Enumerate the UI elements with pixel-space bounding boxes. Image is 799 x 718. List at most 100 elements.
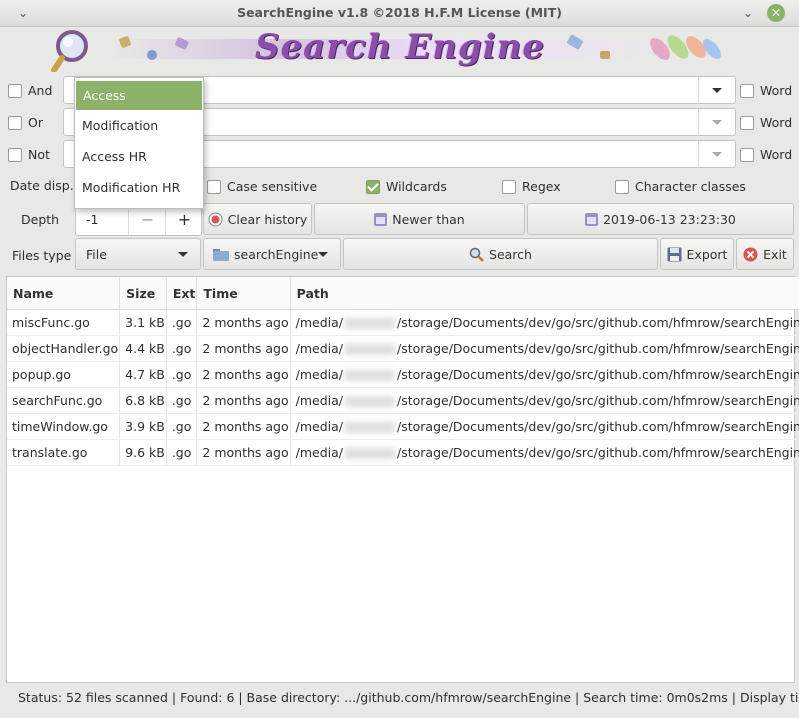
path-suffix: /storage/Documents/dev/go/src/github.com… — [397, 315, 799, 330]
dropdown-item-modification-hr[interactable]: Modification HR — [75, 172, 203, 203]
folder-chooser[interactable]: searchEngine — [203, 238, 341, 270]
or-label: Or — [28, 115, 43, 130]
cell-size: 4.4 kB — [119, 335, 167, 362]
character-classes-label: Character classes — [635, 179, 746, 194]
cell-ext: .go — [166, 439, 198, 466]
and-word-checkbox[interactable]: Word — [740, 83, 792, 98]
regex-checkbox[interactable]: Regex — [502, 179, 561, 194]
exit-icon — [743, 247, 758, 261]
cell-name: popup.go — [7, 361, 121, 388]
table-row[interactable]: timeWindow.go 3.9 kB .go 2 months ago /m… — [7, 413, 799, 440]
column-header-size[interactable]: Size — [119, 277, 167, 310]
files-type-combo[interactable]: File — [75, 238, 201, 270]
column-header-ext[interactable]: Ext — [166, 277, 198, 310]
not-word-checkbox[interactable]: Word — [740, 147, 792, 162]
character-classes-box[interactable] — [615, 179, 629, 194]
depth-label: Depth — [21, 212, 60, 227]
date-label: 2019-06-13 23:23:30 — [603, 211, 736, 227]
newer-than-button[interactable]: Newer than — [314, 203, 525, 235]
not-combo-arrow[interactable] — [698, 141, 735, 167]
or-checkbox[interactable]: Or — [8, 115, 43, 130]
not-word-box[interactable] — [740, 147, 754, 162]
dropdown-item-access[interactable]: Access — [76, 81, 202, 110]
search-label: Search — [489, 246, 532, 262]
column-header-path[interactable]: Path — [290, 277, 799, 310]
banner-feathers-icon — [567, 34, 721, 60]
path-prefix: /media/ — [295, 419, 343, 434]
or-checkbox-box[interactable] — [8, 115, 22, 130]
cell-name: timeWindow.go — [7, 413, 121, 440]
and-checkbox[interactable]: And — [8, 83, 52, 98]
redacted-text — [345, 370, 395, 381]
chevron-down-icon — [712, 151, 722, 157]
redacted-text — [345, 344, 395, 355]
or-word-box[interactable] — [740, 115, 754, 130]
cell-ext: .go — [166, 335, 198, 362]
cell-path: /media/ /storage/Documents/dev/go/src/git… — [290, 387, 799, 414]
wildcards-checkbox[interactable]: Wildcards — [366, 179, 447, 194]
and-label: And — [28, 83, 53, 98]
or-word-label: Word — [760, 115, 793, 130]
cell-size: 6.8 kB — [119, 387, 167, 414]
cell-size: 4.7 kB — [119, 361, 167, 388]
case-sensitive-box[interactable] — [207, 179, 221, 194]
export-button[interactable]: Export — [660, 238, 734, 270]
date-button[interactable]: 2019-06-13 23:23:30 — [527, 203, 794, 235]
regex-label: Regex — [522, 179, 561, 194]
cell-name: miscFunc.go — [7, 309, 121, 336]
or-word-checkbox[interactable]: Word — [740, 115, 792, 130]
cell-name: translate.go — [7, 439, 121, 466]
regex-box[interactable] — [502, 179, 516, 194]
close-button[interactable]: ✕ — [767, 4, 785, 22]
cell-time: 2 months ago — [196, 361, 291, 388]
and-checkbox-box[interactable] — [8, 83, 22, 98]
redacted-text — [345, 422, 395, 433]
redacted-text — [345, 448, 395, 459]
not-checkbox-box[interactable] — [8, 147, 22, 162]
search-button[interactable]: Search — [343, 238, 658, 270]
table-row[interactable]: popup.go 4.7 kB .go 2 months ago /media/… — [7, 361, 799, 388]
date-disp-dropdown[interactable]: Access Modification Access HR Modificati… — [74, 77, 204, 209]
table-header: Name Size Ext Time Path — [7, 277, 799, 310]
depth-decrement-button[interactable]: − — [128, 205, 166, 235]
dropdown-item-modification[interactable]: Modification — [75, 110, 203, 141]
folder-name: searchEngine — [234, 246, 319, 262]
not-checkbox[interactable]: Not — [8, 147, 50, 162]
cell-time: 2 months ago — [196, 439, 291, 466]
cell-path: /media/ /storage/Documents/dev/go/src/git… — [290, 361, 799, 388]
title-bar: ⌄ SearchEngine v1.8 ©2018 H.F.M License … — [0, 0, 799, 27]
path-suffix: /storage/Documents/dev/go/src/github.com… — [397, 419, 799, 434]
case-sensitive-label: Case sensitive — [227, 179, 318, 194]
character-classes-checkbox[interactable]: Character classes — [615, 179, 746, 194]
cell-ext: .go — [166, 309, 198, 336]
and-word-box[interactable] — [740, 83, 754, 98]
case-sensitive-checkbox[interactable]: Case sensitive — [207, 179, 317, 194]
save-icon — [667, 247, 682, 261]
table-row[interactable]: miscFunc.go 3.1 kB .go 2 months ago /med… — [7, 309, 799, 336]
exit-button[interactable]: Exit — [736, 238, 794, 270]
calendar-icon — [585, 212, 599, 226]
cell-ext: .go — [166, 387, 198, 414]
wildcards-box[interactable] — [366, 179, 380, 194]
depth-value[interactable]: -1 — [86, 212, 98, 227]
clear-history-button[interactable]: Clear history — [203, 203, 312, 235]
minimize-button[interactable]: ⌄ — [739, 4, 757, 22]
results-table[interactable]: Name Size Ext Time Path miscFunc.go 3.1 … — [6, 276, 799, 683]
cell-time: 2 months ago — [196, 387, 291, 414]
magnifier-logo-icon — [51, 30, 88, 72]
clear-history-label: Clear history — [227, 211, 308, 227]
dropdown-item-access-hr[interactable]: Access HR — [75, 141, 203, 172]
table-row[interactable]: translate.go 9.6 kB .go 2 months ago /me… — [7, 439, 799, 466]
files-type-value: File — [86, 246, 107, 262]
table-row[interactable]: searchFunc.go 6.8 kB .go 2 months ago /m… — [7, 387, 799, 414]
wildcards-label: Wildcards — [386, 179, 447, 194]
cell-time: 2 months ago — [196, 335, 291, 362]
column-header-time[interactable]: Time — [196, 277, 291, 310]
column-header-name[interactable]: Name — [7, 277, 121, 310]
or-combo-arrow[interactable] — [698, 109, 735, 135]
and-word-label: Word — [760, 83, 793, 98]
and-combo-arrow[interactable] — [698, 77, 735, 103]
table-row[interactable]: objectHandler.go 4.4 kB .go 2 months ago… — [7, 335, 799, 362]
depth-increment-button[interactable]: + — [165, 205, 203, 235]
chevron-down-icon — [712, 87, 722, 93]
